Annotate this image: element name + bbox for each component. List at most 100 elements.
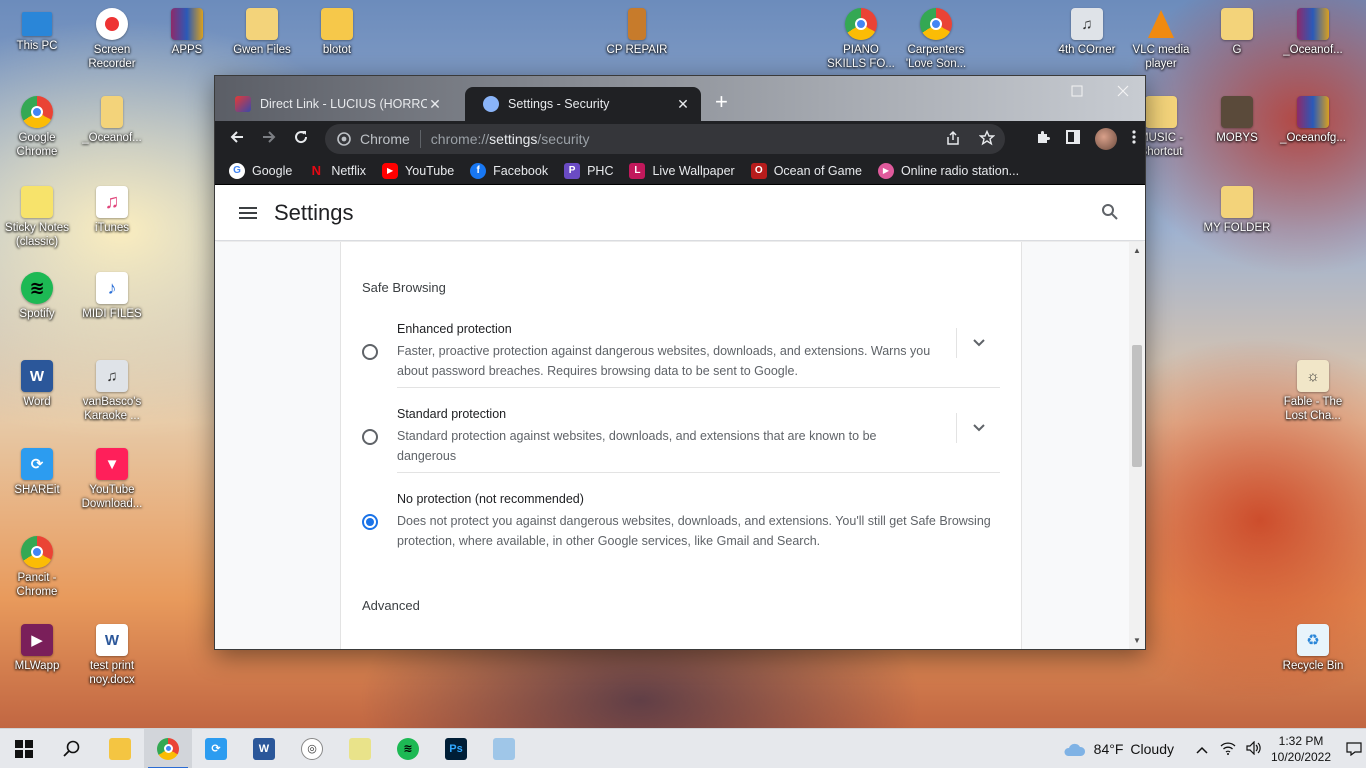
- option-description: Faster, proactive protection against dan…: [397, 344, 931, 378]
- share-button[interactable]: [945, 130, 961, 150]
- desktop-icon-this-pc[interactable]: This PC: [0, 8, 75, 53]
- gamepad-icon: O: [750, 162, 767, 179]
- weather-widget[interactable]: 84°F Cloudy: [1062, 741, 1174, 757]
- search-settings-button[interactable]: [1101, 203, 1119, 226]
- profile-avatar[interactable]: [1095, 128, 1117, 150]
- desktop-icon-youtube-downloader[interactable]: ▼ YouTube Download...: [74, 448, 150, 511]
- side-panel-button[interactable]: [1065, 129, 1081, 149]
- option-title: Standard protection: [397, 407, 507, 421]
- desktop-icon-oceanofg[interactable]: _Oceanofg...: [1275, 96, 1351, 145]
- bookmark-facebook[interactable]: f Facebook: [470, 162, 548, 179]
- expand-enhanced-button[interactable]: [956, 328, 1000, 358]
- desktop-icon-blotot[interactable]: blotot: [299, 8, 375, 57]
- site-chip[interactable]: Chrome: [337, 131, 410, 147]
- close-tab-icon[interactable]: ✕: [675, 96, 691, 113]
- desktop-icon-itunes[interactable]: ♫ iTunes: [74, 186, 150, 235]
- desktop-icon-screen-recorder[interactable]: Screen Recorder: [74, 8, 150, 71]
- network-button[interactable]: [1220, 741, 1236, 758]
- bookmark-live-wallpaper[interactable]: L Live Wallpaper: [629, 162, 735, 179]
- extensions-button[interactable]: [1035, 129, 1051, 149]
- download-icon: ▼: [96, 448, 128, 480]
- desktop-icon-pancit-chrome[interactable]: Pancit - Chrome: [0, 536, 75, 599]
- desktop-icon-google-chrome[interactable]: Google Chrome: [0, 96, 75, 159]
- menu-button[interactable]: [1131, 129, 1137, 149]
- start-button[interactable]: [0, 729, 48, 768]
- desktop-icon-test-print[interactable]: W test print noy.docx: [74, 624, 150, 687]
- film-icon: [1221, 96, 1253, 128]
- main-menu-button[interactable]: [239, 204, 257, 222]
- desktop-icon-apps[interactable]: APPS: [149, 8, 225, 57]
- taskbar-word[interactable]: W: [240, 729, 288, 768]
- desktop-icon-cp-repair[interactable]: CP REPAIR: [599, 8, 675, 57]
- new-tab-button[interactable]: +: [715, 90, 728, 114]
- taskbar-sticky-notes[interactable]: [336, 729, 384, 768]
- radio-no-protection[interactable]: [362, 514, 378, 530]
- desktop-icon-gwen-files[interactable]: Gwen Files: [224, 8, 300, 57]
- back-button[interactable]: [221, 129, 253, 150]
- close-window-button[interactable]: [1117, 84, 1129, 100]
- volume-button[interactable]: [1246, 740, 1262, 758]
- desktop-icon-recycle-bin[interactable]: ♻ Recycle Bin: [1275, 624, 1351, 673]
- show-hidden-icons-button[interactable]: [1196, 741, 1208, 757]
- close-tab-icon[interactable]: ✕: [427, 96, 443, 113]
- toolbar-actions: [1035, 128, 1137, 150]
- forward-button[interactable]: [253, 129, 285, 150]
- bookmark-youtube[interactable]: ▶ YouTube: [382, 162, 454, 179]
- desktop-icon-mlwapp[interactable]: ▶ MLWapp: [0, 624, 75, 673]
- clock[interactable]: 1:32 PM 10/20/2022: [1270, 733, 1332, 765]
- search-button[interactable]: [48, 729, 96, 768]
- maximize-button[interactable]: [1071, 84, 1083, 100]
- scroll-up-arrow-icon[interactable]: ▲: [1133, 246, 1141, 255]
- desktop-icon-word[interactable]: W Word: [0, 360, 75, 409]
- archive-icon: [1297, 8, 1329, 40]
- taskbar-chrome[interactable]: [144, 728, 192, 768]
- weather-desc: Cloudy: [1130, 741, 1174, 757]
- desktop-icon-midi-files[interactable]: ♪ MIDI FILES: [74, 272, 150, 321]
- desktop-icon-piano-skills[interactable]: PIANO SKILLS FO...: [823, 8, 899, 71]
- desktop-icon-vanbasco[interactable]: ♫ vanBasco's Karaoke ...: [74, 360, 150, 423]
- taskbar-spotify[interactable]: ≋: [384, 729, 432, 768]
- bookmark-star-button[interactable]: [978, 129, 996, 150]
- bookmark-google[interactable]: G Google: [229, 162, 292, 179]
- tab-direct-link[interactable]: Direct Link - LUCIUS (HORROR P... ✕: [217, 87, 453, 121]
- bookmark-ocean-of-game[interactable]: O Ocean of Game: [750, 162, 862, 179]
- desktop-icon-my-folder[interactable]: MY FOLDER: [1199, 186, 1275, 235]
- clock-time: 1:32 PM: [1278, 734, 1324, 748]
- address-bar[interactable]: Chrome chrome://settings/security: [325, 124, 1005, 154]
- desktop-icon-mobys[interactable]: MOBYS: [1199, 96, 1275, 145]
- desktop-icon-vlc[interactable]: VLC media player: [1123, 8, 1199, 71]
- desktop-icon-oceanof-1[interactable]: _Oceanof...: [1275, 8, 1351, 57]
- bookmark-netflix[interactable]: N Netflix: [308, 163, 366, 179]
- desktop-icon-oceanof-2[interactable]: _Oceanof...: [74, 96, 150, 145]
- radio-enhanced[interactable]: [362, 344, 378, 360]
- desktop-icon-g[interactable]: G: [1199, 8, 1275, 57]
- archive-icon: [1297, 96, 1329, 128]
- taskbar-shareit[interactable]: ⟳: [192, 729, 240, 768]
- bookmark-phc[interactable]: P PHC: [564, 162, 613, 179]
- desktop-icon-carpenters[interactable]: Carpenters 'Love Son...: [898, 8, 974, 71]
- chrome-window: Direct Link - LUCIUS (HORROR P... ✕ Sett…: [214, 75, 1146, 650]
- desktop-icon-spotify[interactable]: ≋ Spotify: [0, 272, 75, 321]
- omnibox-actions: [945, 129, 996, 150]
- browser-toolbar: Chrome chrome://settings/security: [215, 121, 1145, 157]
- bookmark-online-radio[interactable]: ▶ Online radio station...: [877, 162, 1019, 179]
- desktop-icon-sticky-notes[interactable]: Sticky Notes (classic): [0, 186, 75, 249]
- scroll-down-arrow-icon[interactable]: ▼: [1133, 636, 1141, 645]
- scroll-thumb[interactable]: [1132, 345, 1142, 467]
- page-scrollbar[interactable]: ▲ ▼: [1129, 242, 1145, 649]
- chrome-icon: [21, 96, 53, 128]
- desktop-icon-fable[interactable]: ☼ Fable - The Lost Cha...: [1275, 360, 1351, 423]
- option-title: Enhanced protection: [397, 322, 512, 336]
- taskbar-app-badge[interactable]: ◎: [288, 729, 336, 768]
- radio-standard[interactable]: [362, 429, 378, 445]
- taskbar-file-explorer[interactable]: [96, 729, 144, 768]
- tab-settings-security[interactable]: Settings - Security ✕: [465, 87, 701, 121]
- taskbar-app-misc[interactable]: [480, 729, 528, 768]
- taskbar-photoshop[interactable]: Ps: [432, 729, 480, 768]
- desktop-icon-shareit[interactable]: ⟳ SHAREit: [0, 448, 75, 497]
- expand-standard-button[interactable]: [956, 413, 1000, 443]
- folder-icon: [1221, 186, 1253, 218]
- desktop-icon-4th-corner[interactable]: ♫ 4th COrner: [1049, 8, 1125, 57]
- notifications-button[interactable]: [1342, 742, 1366, 756]
- reload-button[interactable]: [285, 129, 317, 150]
